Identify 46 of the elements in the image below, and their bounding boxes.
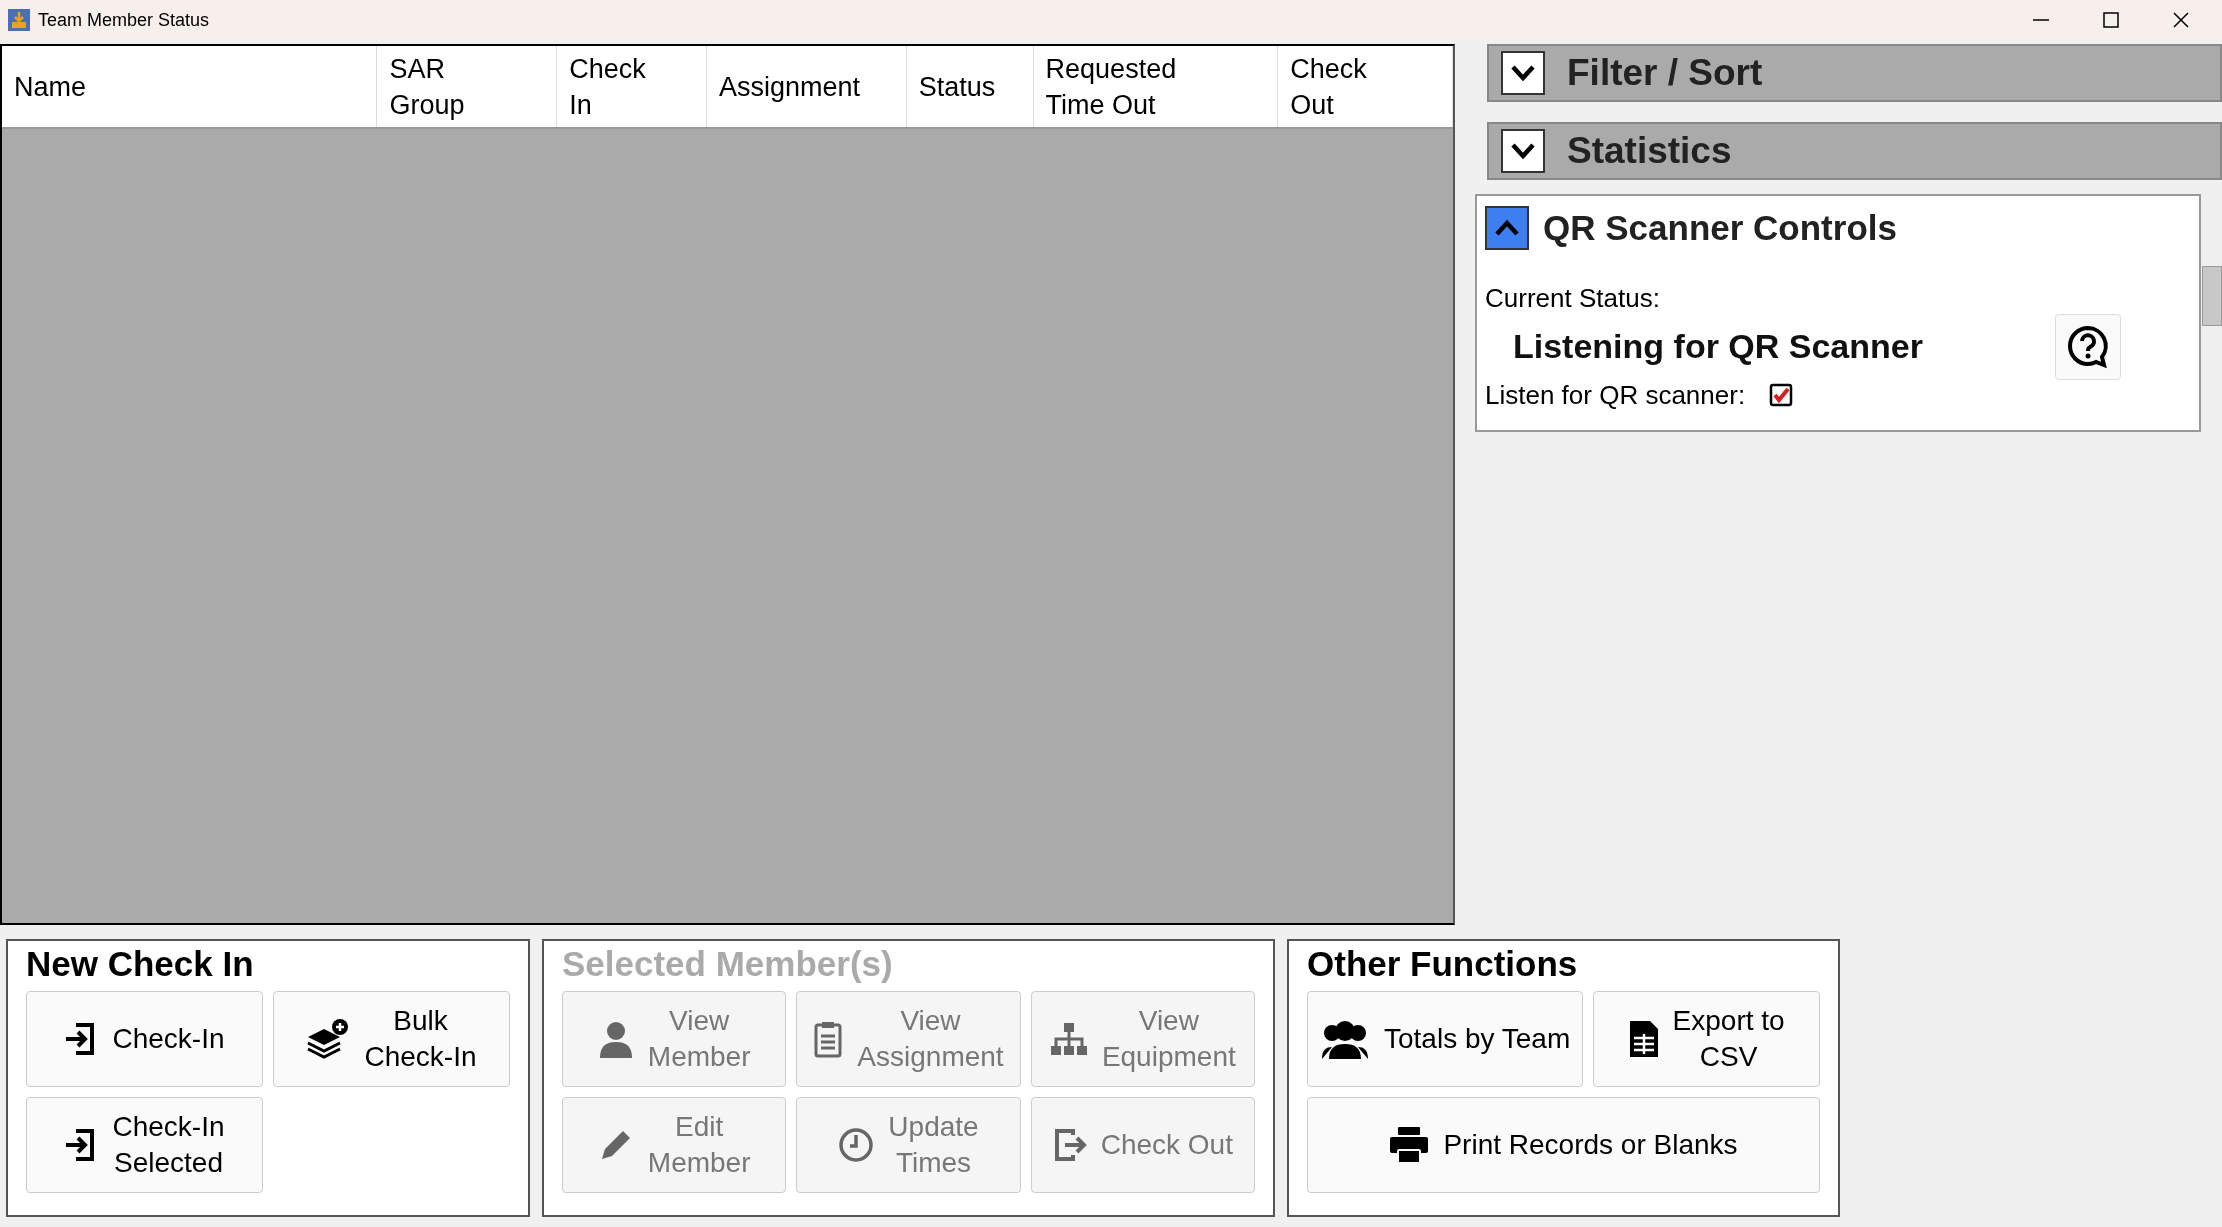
column-header[interactable]: Check Out [1278,46,1453,127]
maximize-icon [2102,11,2120,29]
action-button[interactable]: Bulk Check-In [273,991,510,1087]
printer-icon [1389,1126,1430,1164]
column-header[interactable]: Check In [557,46,707,127]
clock-icon [838,1127,875,1163]
column-header[interactable]: SAR Group [377,46,558,127]
clipboard-icon [813,1020,844,1058]
spreadsheet-icon [1628,1020,1659,1058]
minimize-icon [2033,19,2049,21]
action-button[interactable]: Check-In Selected [26,1097,263,1193]
close-icon [2172,11,2190,29]
column-header[interactable]: Assignment [707,46,907,127]
action-button[interactable]: Check-In [26,991,263,1087]
column-header[interactable]: Requested Time Out [1033,46,1279,127]
window-title: Team Member Status [38,8,210,32]
person-icon [597,1020,634,1058]
hierarchy-icon [1049,1022,1088,1056]
status-value: Listening for QR Scanner [1513,326,1923,367]
layers-icon [306,1017,351,1061]
scrollbar-thumb[interactable] [2202,266,2222,326]
listen-label: Listen for QR scanner: [1485,378,1746,412]
status-label: Current Status: [1485,281,1661,315]
action-button[interactable]: Print Records or Blanks [1307,1097,1820,1193]
chevron-down-icon [1510,64,1536,82]
action-button[interactable]: Export to CSV [1593,991,1820,1087]
exit-icon [1052,1127,1087,1163]
panel-title: QR Scanner Controls [1543,207,1897,249]
group-title: Selected Member(s) [562,943,894,985]
chevron-down-icon [1510,142,1536,160]
group-title: New Check In [26,943,255,985]
app-icon [8,9,30,31]
expand-toggle[interactable] [1501,129,1545,173]
listen-checkbox[interactable] [1769,382,1794,408]
people-icon [1320,1019,1370,1059]
group-title: Other Functions [1307,943,1579,985]
chevron-up-icon [1494,219,1520,238]
collapse-toggle[interactable] [1485,206,1529,251]
help-button[interactable] [2055,313,2121,380]
column-header[interactable]: Name [2,46,378,127]
expand-toggle[interactable] [1501,51,1545,95]
help-icon [2065,323,2111,370]
column-header[interactable]: Status [906,46,1034,127]
panel-title: Statistics [1567,129,1732,174]
action-button[interactable]: Totals by Team [1307,991,1584,1087]
panel-title: Filter / Sort [1567,51,1763,96]
